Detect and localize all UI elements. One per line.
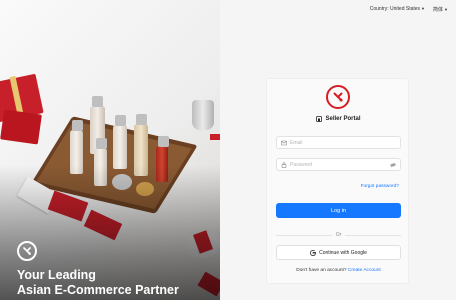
chevron-down-icon: ▼ [421, 6, 426, 11]
portal-title-text: Seller Portal [325, 116, 361, 122]
email-input[interactable] [290, 139, 396, 146]
lock-icon [281, 161, 287, 168]
brand-logo-icon [326, 85, 350, 109]
password-field[interactable] [276, 158, 401, 171]
country-label: Country: United States [369, 6, 421, 12]
signup-prompt: Don't have an account? [296, 268, 347, 273]
google-signin-label: Continue with Google [319, 249, 367, 256]
password-input[interactable] [290, 161, 387, 168]
email-field[interactable] [276, 136, 401, 149]
hero-headline-line2: Asian E-Commerce Partner [17, 283, 179, 297]
create-account-link[interactable]: Create Account [348, 268, 381, 273]
or-divider: Or [276, 232, 401, 238]
hero-headline-line1: Your Leading [17, 268, 96, 282]
eye-off-icon[interactable] [390, 162, 396, 168]
top-bar: Country: United States▼ 简体▼ [370, 6, 448, 13]
brand-logo-icon [17, 241, 37, 261]
signup-row: Don't have an account? Create Account [267, 268, 410, 273]
forgot-password-link[interactable]: Forgot password? [361, 184, 399, 189]
store-icon [316, 116, 323, 122]
login-button[interactable]: Log in [276, 203, 401, 218]
hero-panel: Your Leading Asian E-Commerce Partner [0, 0, 220, 300]
login-panel: Seller Portal Forgot password? Log in Or… [266, 78, 409, 284]
or-label: Or [335, 232, 342, 238]
google-signin-button[interactable]: Continue with Google [276, 245, 401, 260]
country-selector[interactable]: Country: United States▼ [370, 6, 425, 13]
chevron-down-icon: ▼ [444, 7, 448, 12]
google-icon [310, 249, 317, 256]
language-label: 简体 [433, 7, 444, 13]
language-selector[interactable]: 简体▼ [433, 6, 448, 13]
mail-icon [281, 140, 287, 145]
page-title: Seller Portal [267, 116, 410, 122]
